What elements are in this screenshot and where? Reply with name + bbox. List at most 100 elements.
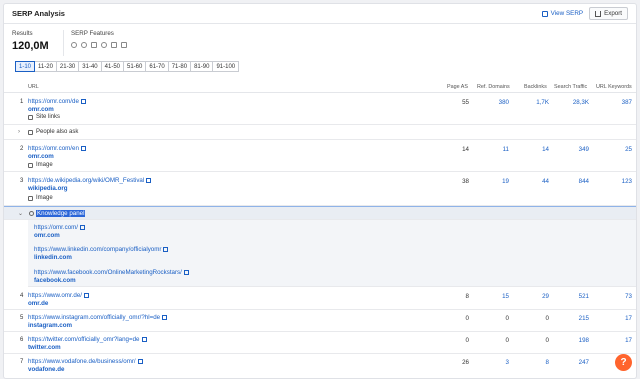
star-feature-icon[interactable] bbox=[81, 42, 87, 48]
page-as-value: 38 bbox=[462, 178, 469, 185]
help-button[interactable]: ? bbox=[615, 354, 632, 371]
page-as-value: 0 bbox=[465, 337, 469, 344]
backlinks-value[interactable]: 44 bbox=[509, 178, 549, 185]
external-link-icon[interactable] bbox=[80, 145, 86, 151]
page-button[interactable]: 31-40 bbox=[78, 61, 102, 72]
backlinks-value[interactable]: 29 bbox=[509, 293, 549, 300]
page-button[interactable]: 11-20 bbox=[34, 61, 57, 72]
serp-feature-label: People also ask bbox=[28, 129, 78, 135]
image-icon bbox=[28, 195, 33, 201]
external-link-icon[interactable] bbox=[137, 358, 143, 364]
ref-domains-value[interactable]: 15 bbox=[469, 293, 509, 300]
external-link-icon[interactable] bbox=[162, 314, 168, 320]
col-backlinks[interactable]: Backlinks bbox=[524, 84, 547, 90]
keywords-value[interactable]: 123 bbox=[592, 178, 632, 185]
kp-url[interactable]: https://omr.com/ bbox=[34, 224, 86, 231]
export-icon bbox=[595, 10, 602, 17]
result-url[interactable]: https://www.omr.de/ bbox=[28, 292, 89, 299]
row-number: 3 bbox=[20, 178, 24, 184]
results-stat: Results 120,0M bbox=[12, 30, 64, 56]
kp-domain[interactable]: linkedin.com bbox=[34, 254, 72, 261]
row-number: 7 bbox=[20, 359, 24, 365]
traffic-value[interactable]: 247 bbox=[549, 359, 589, 366]
backlinks-value: 0 bbox=[545, 315, 549, 322]
external-link-icon[interactable] bbox=[80, 224, 86, 230]
export-button[interactable]: Export bbox=[589, 7, 628, 20]
page-button[interactable]: 61-70 bbox=[145, 61, 169, 72]
col-page-as[interactable]: Page AS bbox=[447, 84, 468, 90]
page-button[interactable]: 71-80 bbox=[167, 61, 192, 72]
result-url[interactable]: https://www.instagram.com/officially_omr… bbox=[28, 314, 168, 321]
site-links-icon bbox=[28, 114, 33, 120]
keywords-value[interactable]: 73 bbox=[592, 293, 632, 300]
result-url[interactable]: https://omr.com/en bbox=[28, 145, 86, 152]
question-feature-icon[interactable] bbox=[101, 42, 107, 48]
result-domain[interactable]: omr.com bbox=[28, 153, 54, 160]
page-button[interactable]: 21-30 bbox=[55, 61, 80, 72]
keywords-value[interactable]: 17 bbox=[592, 315, 632, 322]
keywords-value[interactable]: 387 bbox=[592, 99, 632, 106]
col-ref-domains[interactable]: Ref. Domains bbox=[477, 84, 510, 90]
result-domain[interactable]: twitter.com bbox=[28, 344, 61, 351]
ref-domains-value[interactable]: 19 bbox=[469, 178, 509, 185]
result-feature: Image bbox=[28, 195, 53, 201]
backlinks-value[interactable]: 14 bbox=[509, 146, 549, 153]
image-feature-icon[interactable] bbox=[91, 42, 97, 48]
layers-feature-icon[interactable] bbox=[121, 42, 127, 48]
traffic-value[interactable]: 349 bbox=[549, 146, 589, 153]
external-link-icon[interactable] bbox=[84, 292, 89, 298]
view-serp-link[interactable]: View SERP bbox=[541, 10, 583, 17]
result-domain[interactable]: vodafone.de bbox=[28, 366, 64, 373]
external-link-icon[interactable] bbox=[146, 177, 152, 183]
traffic-value[interactable]: 521 bbox=[549, 293, 589, 300]
table-row: 2 https://omr.com/en omr.com Image 14 11… bbox=[4, 140, 636, 172]
kp-url[interactable]: https://www.facebook.com/OnlineMarketing… bbox=[34, 269, 189, 276]
result-url[interactable]: https://de.wikipedia.org/wiki/OMR_Festiv… bbox=[28, 177, 152, 184]
col-url-keywords[interactable]: URL Keywords bbox=[596, 84, 632, 90]
page-button[interactable]: 91-100 bbox=[212, 61, 240, 72]
link-feature-icon[interactable] bbox=[71, 42, 77, 48]
kp-domain[interactable]: omr.com bbox=[34, 232, 60, 239]
result-domain[interactable]: instagram.com bbox=[28, 322, 72, 329]
page-as-value: 55 bbox=[462, 99, 469, 106]
knowledge-panel-row[interactable]: ⌄ Knowledge panel bbox=[4, 206, 636, 220]
keywords-value[interactable]: 17 bbox=[592, 337, 632, 344]
backlinks-value[interactable]: 8 bbox=[509, 359, 549, 366]
backlinks-value[interactable]: 1,7K bbox=[509, 99, 549, 106]
traffic-value[interactable]: 215 bbox=[549, 315, 589, 322]
table-header: URL Page AS Ref. Domains Backlinks Searc… bbox=[4, 81, 636, 93]
result-url[interactable]: https://omr.com/de bbox=[28, 98, 86, 105]
row-number: 1 bbox=[20, 99, 24, 105]
traffic-value[interactable]: 198 bbox=[549, 337, 589, 344]
row-number: 2 bbox=[20, 146, 24, 152]
chevron-down-icon[interactable]: ⌄ bbox=[18, 210, 23, 217]
results-pager: 1-10 11-20 21-30 31-40 41-50 51-60 61-70… bbox=[15, 61, 240, 72]
ref-domains-value[interactable]: 3 bbox=[469, 359, 509, 366]
result-url[interactable]: https://www.vodafone.de/business/omr/ bbox=[28, 358, 143, 365]
result-domain[interactable]: omr.com bbox=[28, 106, 54, 113]
page-button[interactable]: 41-50 bbox=[100, 61, 124, 72]
col-url[interactable]: URL bbox=[28, 84, 39, 90]
chat-feature-icon[interactable] bbox=[111, 42, 117, 48]
page-button[interactable]: 81-90 bbox=[190, 61, 214, 72]
external-link-icon[interactable] bbox=[80, 98, 86, 104]
traffic-value[interactable]: 28,3K bbox=[549, 99, 589, 106]
result-url[interactable]: https://twitter.com/officially_omr?lang=… bbox=[28, 336, 147, 343]
external-link-icon[interactable] bbox=[183, 269, 189, 275]
page-button[interactable]: 51-60 bbox=[123, 61, 147, 72]
people-also-ask-row[interactable]: › People also ask bbox=[4, 125, 636, 140]
external-link-icon[interactable] bbox=[163, 246, 169, 252]
ref-domains-value[interactable]: 380 bbox=[469, 99, 509, 106]
kp-url[interactable]: https://www.linkedin.com/company/officia… bbox=[34, 246, 169, 253]
external-link-icon[interactable] bbox=[141, 336, 147, 342]
kp-domain[interactable]: facebook.com bbox=[34, 277, 76, 284]
result-domain[interactable]: omr.de bbox=[28, 300, 48, 307]
ref-domains-value[interactable]: 11 bbox=[469, 146, 509, 153]
chevron-right-icon[interactable]: › bbox=[18, 129, 20, 135]
keywords-value[interactable]: 25 bbox=[592, 146, 632, 153]
result-domain[interactable]: wikipedia.org bbox=[28, 185, 68, 192]
card-title: SERP Analysis bbox=[12, 9, 65, 18]
page-button[interactable]: 1-10 bbox=[15, 61, 36, 72]
traffic-value[interactable]: 844 bbox=[549, 178, 589, 185]
col-search-traffic[interactable]: Search Traffic bbox=[554, 84, 587, 90]
